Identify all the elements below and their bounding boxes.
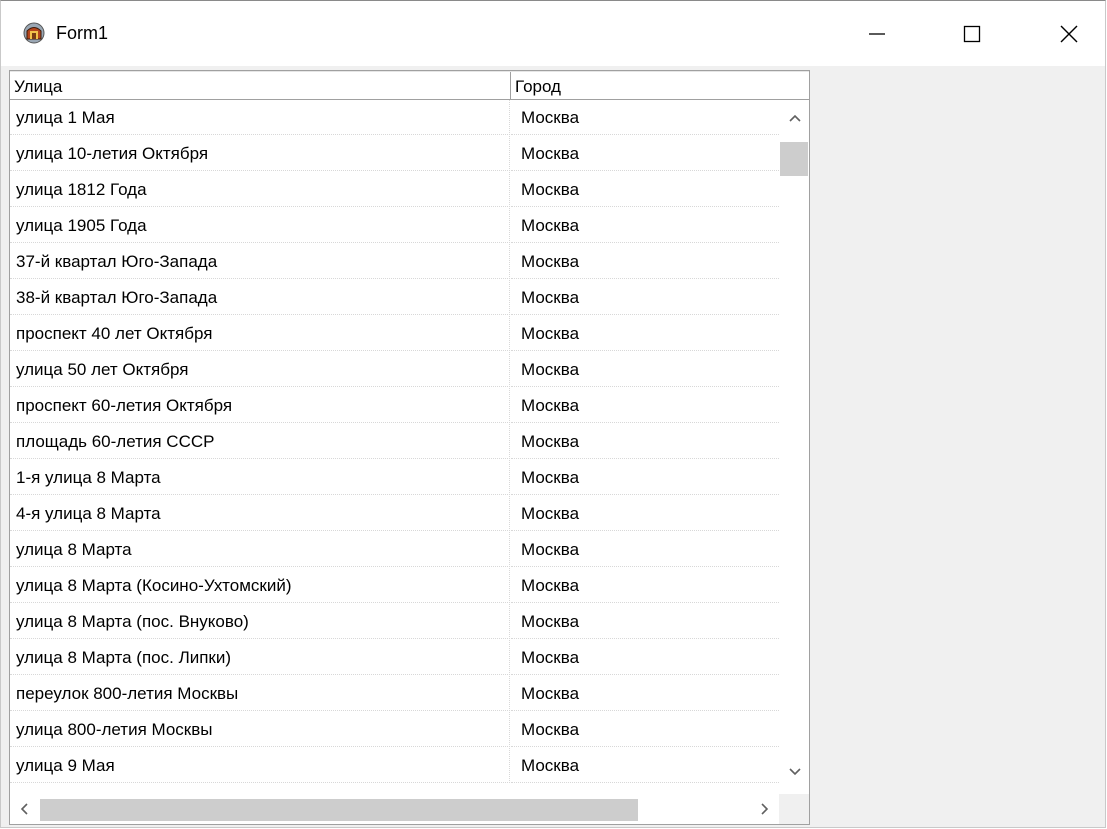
city-cell[interactable]: Москва bbox=[511, 640, 779, 675]
table-row[interactable]: улица 1 Мая Москва bbox=[10, 100, 779, 136]
table-row[interactable]: улица 8 Марта (пос. Внуково) Москва bbox=[10, 604, 779, 640]
city-cell[interactable]: Москва bbox=[511, 676, 779, 711]
vertical-scrollbar[interactable] bbox=[779, 100, 809, 794]
city-cell[interactable]: Москва bbox=[511, 352, 779, 387]
column-header-street[interactable]: Улица bbox=[10, 72, 511, 100]
minimize-button[interactable] bbox=[847, 1, 907, 66]
table-row[interactable]: проспект 40 лет Октября Москва bbox=[10, 316, 779, 352]
table-row[interactable]: 4-я улица 8 Марта Москва bbox=[10, 496, 779, 532]
street-cell[interactable]: 4-я улица 8 Марта bbox=[10, 496, 510, 531]
city-cell[interactable]: Москва bbox=[511, 424, 779, 459]
city-cell[interactable]: Москва bbox=[511, 604, 779, 639]
street-cell[interactable]: 1-я улица 8 Марта bbox=[10, 460, 510, 495]
street-cell[interactable]: улица 8 Марта (пос. Липки) bbox=[10, 640, 510, 675]
street-cell[interactable]: улица 9 Мая bbox=[10, 748, 510, 783]
street-cell[interactable]: улица 10-летия Октября bbox=[10, 136, 510, 171]
grid-rows: улица 1 Мая Москва улица 10-летия Октября М… bbox=[10, 100, 779, 784]
street-cell[interactable]: улица 8 Марта bbox=[10, 532, 510, 567]
title-bar[interactable]: Form1 bbox=[1, 1, 1105, 66]
street-cell[interactable]: улица 1905 Года bbox=[10, 208, 510, 243]
street-cell[interactable]: проспект 60-летия Октября bbox=[10, 388, 510, 423]
scroll-left-button[interactable] bbox=[10, 794, 38, 824]
city-cell[interactable]: Москва bbox=[511, 100, 779, 135]
data-grid[interactable]: Улица Город улица 1 Мая Москва улица 10-ле… bbox=[9, 70, 810, 825]
street-cell[interactable]: улица 1 Мая bbox=[10, 100, 510, 135]
street-cell[interactable]: 38-й квартал Юго-Запада bbox=[10, 280, 510, 315]
window-title: Form1 bbox=[56, 23, 109, 43]
table-row[interactable]: улица 1905 Года Москва bbox=[10, 208, 779, 244]
close-icon bbox=[1060, 25, 1078, 42]
chevron-right-icon bbox=[761, 803, 769, 815]
street-cell[interactable]: улица 8 Марта (Косино-Ухтомский) bbox=[10, 568, 510, 603]
street-cell[interactable]: улица 1812 Года bbox=[10, 172, 510, 207]
horizontal-scroll-thumb[interactable] bbox=[40, 799, 638, 821]
table-row[interactable]: 38-й квартал Юго-Запада Москва bbox=[10, 280, 779, 316]
street-cell[interactable]: улица 50 лет Октября bbox=[10, 352, 510, 387]
street-cell[interactable]: улица 800-летия Москвы bbox=[10, 712, 510, 747]
street-cell[interactable]: проспект 40 лет Октября bbox=[10, 316, 510, 351]
street-cell[interactable]: переулок 800-летия Москвы bbox=[10, 676, 510, 711]
column-header-city[interactable]: Город bbox=[511, 72, 809, 100]
street-cell[interactable]: 37-й квартал Юго-Запада bbox=[10, 244, 510, 279]
chevron-left-icon bbox=[20, 803, 28, 815]
street-cell[interactable]: площадь 60-летия СССР bbox=[10, 424, 510, 459]
table-row[interactable]: 37-й квартал Юго-Запада Москва bbox=[10, 244, 779, 280]
chevron-down-icon bbox=[788, 768, 801, 776]
street-cell[interactable]: улица 8 Марта (пос. Внуково) bbox=[10, 604, 510, 639]
table-row[interactable]: улица 9 Мая Москва bbox=[10, 748, 779, 784]
minimize-icon bbox=[869, 32, 885, 35]
maximize-button[interactable] bbox=[942, 1, 1002, 66]
table-row[interactable]: улица 8 Марта Москва bbox=[10, 532, 779, 568]
table-row[interactable]: улица 800-летия Москвы Москва bbox=[10, 712, 779, 748]
city-cell[interactable]: Москва bbox=[511, 496, 779, 531]
table-row[interactable]: улица 10-летия Октября Москва bbox=[10, 136, 779, 172]
scroll-down-button[interactable] bbox=[779, 754, 809, 790]
table-row[interactable]: улица 8 Марта (Косино-Ухтомский) Москва bbox=[10, 568, 779, 604]
maximize-icon bbox=[963, 25, 981, 42]
city-cell[interactable]: Москва bbox=[511, 280, 779, 315]
city-cell[interactable]: Москва bbox=[511, 748, 779, 783]
app-window: Form1 Улица Город улица 1 Мая Москва улица… bbox=[0, 0, 1106, 828]
table-row[interactable]: 1-я улица 8 Марта Москва bbox=[10, 460, 779, 496]
table-row[interactable]: улица 1812 Года Москва bbox=[10, 172, 779, 208]
scroll-up-button[interactable] bbox=[779, 100, 809, 136]
table-row[interactable]: переулок 800-летия Москвы Москва bbox=[10, 676, 779, 712]
scrollbar-corner bbox=[779, 794, 809, 824]
city-cell[interactable]: Москва bbox=[511, 172, 779, 207]
grid-header: Улица Город bbox=[10, 71, 809, 100]
vertical-scroll-thumb[interactable] bbox=[780, 142, 808, 176]
form-client-area: Улица Город улица 1 Мая Москва улица 10-ле… bbox=[1, 66, 1105, 827]
app-icon bbox=[23, 22, 45, 44]
table-row[interactable]: площадь 60-летия СССР Москва bbox=[10, 424, 779, 460]
city-cell[interactable]: Москва bbox=[511, 208, 779, 243]
city-cell[interactable]: Москва bbox=[511, 316, 779, 351]
table-row[interactable]: проспект 60-летия Октября Москва bbox=[10, 388, 779, 424]
chevron-up-icon bbox=[788, 114, 801, 122]
scroll-right-button[interactable] bbox=[751, 794, 779, 824]
horizontal-scrollbar[interactable] bbox=[10, 794, 779, 824]
city-cell[interactable]: Москва bbox=[511, 388, 779, 423]
city-cell[interactable]: Москва bbox=[511, 568, 779, 603]
table-row[interactable]: улица 8 Марта (пос. Липки) Москва bbox=[10, 640, 779, 676]
city-cell[interactable]: Москва bbox=[511, 136, 779, 171]
close-button[interactable] bbox=[1039, 1, 1099, 66]
city-cell[interactable]: Москва bbox=[511, 712, 779, 747]
city-cell[interactable]: Москва bbox=[511, 532, 779, 567]
city-cell[interactable]: Москва bbox=[511, 460, 779, 495]
city-cell[interactable]: Москва bbox=[511, 244, 779, 279]
table-row[interactable]: улица 50 лет Октября Москва bbox=[10, 352, 779, 388]
